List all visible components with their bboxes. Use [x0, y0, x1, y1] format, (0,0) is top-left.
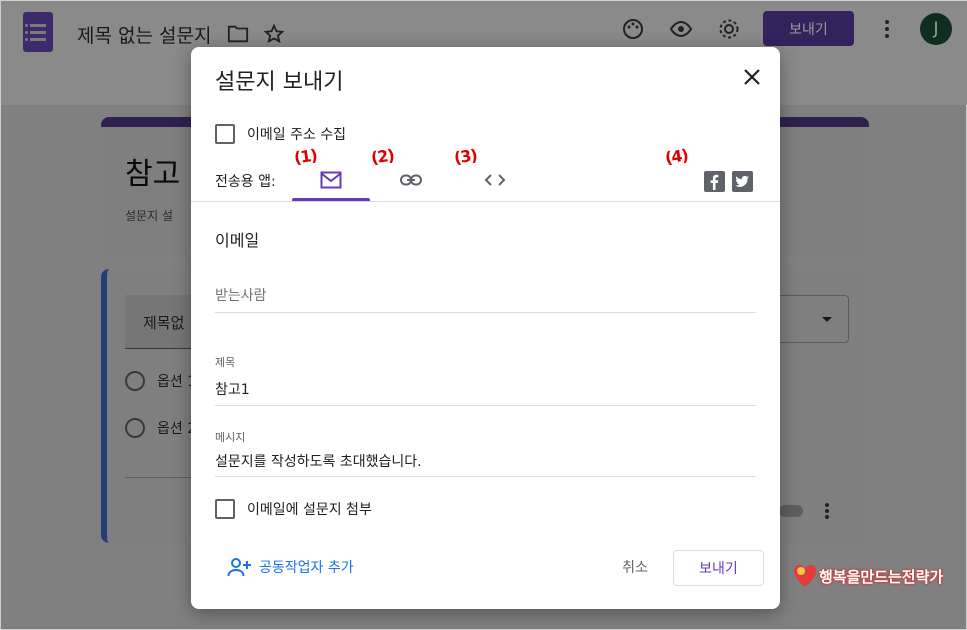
- cancel-button[interactable]: 취소: [604, 550, 666, 584]
- collect-email-label: 이메일 주소 수집: [247, 127, 347, 143]
- header-send-button: 보내기: [763, 11, 854, 46]
- twitter-icon[interactable]: [732, 171, 753, 192]
- attach-form-label: 이메일에 설문지 첨부: [247, 502, 372, 518]
- heart-logo-icon: [793, 564, 817, 587]
- dialog-title: 설문지 보내기: [215, 70, 344, 95]
- radio-icon: [125, 371, 145, 391]
- subject-label: 제목: [215, 356, 236, 369]
- subject-input[interactable]: [215, 381, 756, 397]
- more-vert-icon: [825, 503, 829, 519]
- message-label: 메시지: [215, 431, 246, 444]
- section-heading-email: 이메일: [215, 231, 260, 250]
- send-button[interactable]: 보내기: [673, 550, 764, 586]
- watermark-text: 행복을만드는전략가: [819, 567, 944, 586]
- folder-icon: [227, 25, 249, 43]
- subject-field: 제목: [215, 354, 756, 406]
- option-row: 옵션 2: [125, 418, 196, 438]
- settings-gear-icon: [719, 19, 739, 39]
- palette-icon: [623, 19, 643, 39]
- form-description: 설문지 설: [125, 209, 173, 223]
- add-collaborator-label: 공동작업자 추가: [259, 560, 354, 576]
- add-collaborator-button[interactable]: 공동작업자 추가: [227, 557, 354, 577]
- annotation-3: (3): [452, 145, 478, 168]
- facebook-icon[interactable]: [704, 171, 725, 192]
- to-field: [215, 285, 756, 313]
- person-add-icon: [227, 558, 251, 577]
- forms-logo-icon: [23, 12, 53, 52]
- form-title: 참고: [125, 157, 181, 192]
- send-form-dialog: 설문지 보내기 이메일 주소 수집 전송용 앱: (1) (2) (3) (4)…: [191, 47, 780, 609]
- divider: [191, 201, 780, 202]
- annotation-4: (4): [663, 145, 689, 168]
- to-input[interactable]: [215, 288, 756, 304]
- send-via-label: 전송용 앱:: [215, 174, 276, 190]
- watermark: 행복을만드는전략가: [793, 563, 943, 589]
- link-icon: [400, 174, 422, 186]
- mail-icon: [320, 171, 342, 189]
- required-toggle: [779, 505, 803, 517]
- attach-form-checkbox[interactable]: 이메일에 설문지 첨부: [215, 499, 372, 519]
- more-vert-icon: [885, 20, 889, 38]
- message-input[interactable]: [215, 453, 756, 469]
- tab-embed[interactable]: [471, 159, 519, 201]
- collect-email-checkbox[interactable]: 이메일 주소 수집: [215, 124, 346, 144]
- annotation-1: (1): [292, 145, 318, 168]
- preview-eye-icon: [669, 20, 693, 38]
- option-row: 옵션 1: [125, 371, 196, 391]
- close-icon[interactable]: [740, 65, 764, 89]
- document-title: 제목 없는 설문지: [77, 25, 212, 47]
- checkbox-icon[interactable]: [215, 499, 235, 519]
- checkbox-icon[interactable]: [215, 124, 235, 144]
- radio-icon: [125, 418, 145, 438]
- tab-link[interactable]: [387, 159, 435, 201]
- annotation-2: (2): [369, 145, 395, 168]
- star-icon: [263, 23, 285, 44]
- embed-code-icon: [484, 174, 506, 186]
- message-field: 메시지: [215, 429, 756, 477]
- avatar: J: [920, 13, 952, 45]
